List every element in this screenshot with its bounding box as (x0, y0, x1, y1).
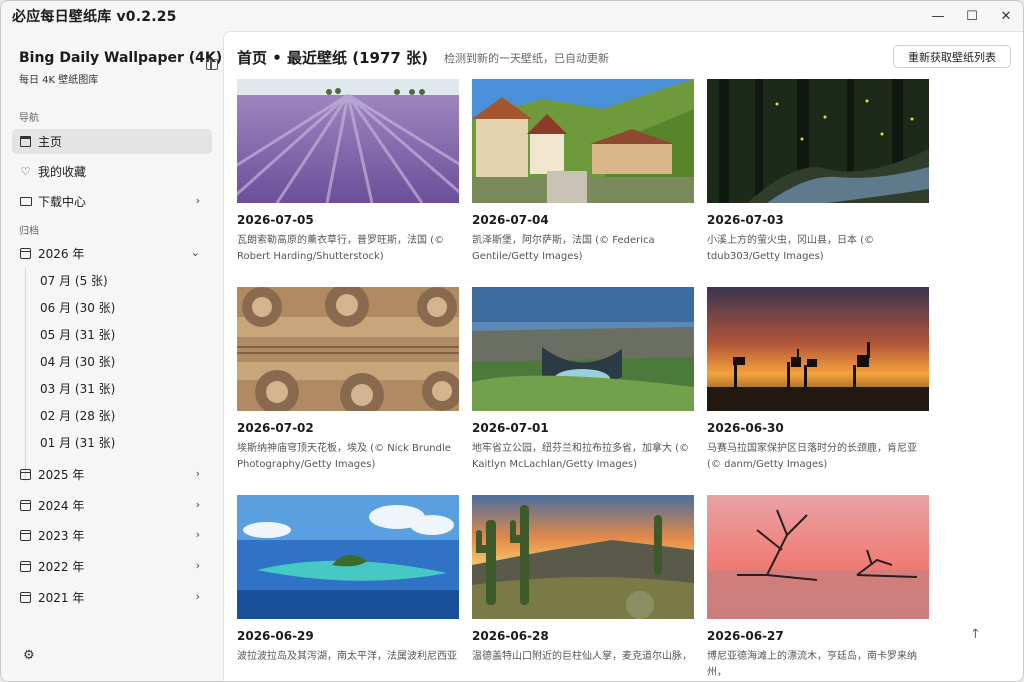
month-tree-line (25, 267, 26, 482)
wallpaper-card[interactable]: 2026-06-28 温德盖特山口附近的巨柱仙人掌，麦克道尔山脉， (472, 495, 694, 665)
month-item-01[interactable]: 01 月 (31 张) (40, 434, 115, 451)
card-date: 2026-06-27 (707, 629, 784, 643)
app-title: 必应每日壁纸库 v0.2.25 (12, 9, 177, 25)
chevron-right-icon: › (195, 467, 200, 480)
nav-item-favorites[interactable]: ♡ 我的收藏 (12, 159, 212, 184)
wallpaper-card[interactable]: 2026-07-02 埃斯纳神庙穹顶天花板，埃及 (© Nick Brundle… (237, 287, 459, 473)
calendar-icon (19, 591, 32, 604)
wallpaper-thumbnail[interactable] (237, 495, 459, 619)
year-item-2023[interactable]: 2023 年 › (12, 523, 212, 548)
card-date: 2026-07-05 (237, 213, 314, 227)
calendar-icon (19, 247, 32, 260)
maximize-button[interactable]: ☐ (955, 1, 989, 31)
calendar-icon (19, 560, 32, 573)
collapse-sidebar-icon[interactable] (206, 59, 218, 70)
card-caption: 凯泽斯堡，阿尔萨斯，法国 (© Federica Gentile/Getty I… (472, 235, 655, 262)
nav-item-label: 我的收藏 (38, 165, 87, 179)
card-caption: 博尼亚德海滩上的漂流木，亨廷岛，南卡罗来纳州， (707, 651, 917, 678)
card-caption: 埃斯纳神庙穹顶天花板，埃及 (© Nick Brundle Photograph… (237, 443, 451, 470)
year-item-2024[interactable]: 2024 年 › (12, 493, 212, 518)
main-content: 首页 • 最近壁纸 (1977 张) 检测到新的一天壁纸，已自动更新 重新获取壁… (223, 31, 1023, 681)
month-item-06[interactable]: 06 月 (30 张) (40, 299, 115, 316)
card-date: 2026-07-02 (237, 421, 314, 435)
wallpaper-thumbnail[interactable] (707, 495, 929, 619)
month-item-03[interactable]: 03 月 (31 张) (40, 380, 115, 397)
wallpaper-card[interactable]: 2026-06-27 博尼亚德海滩上的漂流木，亨廷岛，南卡罗来纳州， (707, 495, 929, 681)
settings-gear-icon[interactable]: ⚙ (23, 648, 35, 663)
chevron-right-icon: › (195, 559, 200, 572)
card-caption: 瓦朗索勒高原的薰衣草行，普罗旺斯，法国 (© Robert Harding/Sh… (237, 235, 445, 262)
year-item-2025[interactable]: 2025 年 › (12, 462, 212, 487)
nav-item-label: 下载中心 (38, 195, 87, 209)
heart-icon: ♡ (20, 165, 31, 178)
wallpaper-thumbnail[interactable] (707, 287, 929, 411)
archive-section-label: 归档 (19, 226, 39, 237)
year-label: 2022 年 (38, 560, 85, 574)
month-item-02[interactable]: 02 月 (28 张) (40, 407, 115, 424)
calendar-icon (19, 499, 32, 512)
card-date: 2026-07-01 (472, 421, 549, 435)
calendar-icon (19, 529, 32, 542)
year-item-2022[interactable]: 2022 年 › (12, 554, 212, 579)
card-date: 2026-06-28 (472, 629, 549, 643)
nav-item-downloads[interactable]: 下载中心 › (12, 189, 212, 214)
chevron-right-icon: › (195, 194, 200, 207)
card-date: 2026-06-29 (237, 629, 314, 643)
card-date: 2026-07-04 (472, 213, 549, 227)
year-label: 2025 年 (38, 468, 85, 482)
scroll-to-top-icon[interactable]: ↑ (970, 627, 981, 642)
wallpaper-card[interactable]: 2026-06-29 波拉波拉岛及其泻湖，南太平洋，法属波利尼西亚 (237, 495, 459, 665)
refresh-list-button[interactable]: 重新获取壁纸列表 (893, 45, 1011, 68)
wallpaper-thumbnail[interactable] (237, 287, 459, 411)
year-label: 2026 年 (38, 247, 85, 261)
year-item-2021[interactable]: 2021 年 › (12, 585, 212, 610)
wallpaper-card[interactable]: 2026-07-04 凯泽斯堡，阿尔萨斯，法国 (© Federica Gent… (472, 79, 694, 265)
month-item-04[interactable]: 04 月 (30 张) (40, 353, 115, 370)
card-caption: 马赛马拉国家保护区日落时分的长颈鹿，肯尼亚 (© danm/Getty Imag… (707, 443, 917, 470)
wallpaper-card[interactable]: 2026-07-01 地牢省立公园，纽芬兰和拉布拉多省，加拿大 (© Kaitl… (472, 287, 694, 473)
wallpaper-thumbnail[interactable] (472, 495, 694, 619)
year-label: 2021 年 (38, 591, 85, 605)
close-button[interactable]: ✕ (989, 1, 1023, 31)
home-icon (19, 135, 32, 148)
card-caption: 地牢省立公园，纽芬兰和拉布拉多省，加拿大 (© Kaitlyn McLachla… (472, 443, 690, 470)
nav-item-home[interactable]: 主页 (12, 129, 212, 154)
year-label: 2024 年 (38, 499, 85, 513)
brand-title: Bing Daily Wallpaper (4K) (19, 50, 223, 66)
card-caption: 小溪上方的萤火虫，冈山县，日本 (© tdub303/Getty Images) (707, 235, 875, 262)
chevron-right-icon: › (195, 590, 200, 603)
wallpaper-card[interactable]: 2026-06-30 马赛马拉国家保护区日落时分的长颈鹿，肯尼亚 (© danm… (707, 287, 929, 473)
card-date: 2026-06-30 (707, 421, 784, 435)
chevron-right-icon: › (195, 528, 200, 541)
wallpaper-thumbnail[interactable] (472, 79, 694, 203)
wallpaper-thumbnail[interactable] (237, 79, 459, 203)
card-date: 2026-07-03 (707, 213, 784, 227)
update-status-text: 检测到新的一天壁纸，已自动更新 (444, 52, 609, 65)
year-item-2026[interactable]: 2026 年 ⌄ (12, 241, 212, 266)
chevron-down-icon: ⌄ (190, 246, 200, 259)
wallpaper-card[interactable]: 2026-07-05 瓦朗索勒高原的薰衣草行，普罗旺斯，法国 (© Robert… (237, 79, 459, 265)
sidebar: Bing Daily Wallpaper (4K) 每日 4K 壁纸图库 导航 … (1, 31, 223, 681)
title-bar[interactable]: 必应每日壁纸库 v0.2.25 — ☐ ✕ (1, 1, 1023, 31)
wallpaper-thumbnail[interactable] (707, 79, 929, 203)
month-item-05[interactable]: 05 月 (31 张) (40, 326, 115, 343)
card-caption: 波拉波拉岛及其泻湖，南太平洋，法属波利尼西亚 (237, 651, 457, 662)
app-window: 必应每日壁纸库 v0.2.25 — ☐ ✕ Bing Daily Wallpap… (0, 0, 1024, 682)
page-title: 首页 • 最近壁纸 (1977 张) (237, 49, 428, 67)
folder-icon (19, 195, 32, 208)
wallpaper-card[interactable]: 2026-07-03 小溪上方的萤火虫，冈山县，日本 (© tdub303/Ge… (707, 79, 929, 265)
chevron-right-icon: › (195, 498, 200, 511)
month-item-07[interactable]: 07 月 (5 张) (40, 272, 108, 289)
minimize-button[interactable]: — (921, 1, 955, 31)
nav-section-label: 导航 (19, 113, 39, 124)
card-caption: 温德盖特山口附近的巨柱仙人掌，麦克道尔山脉， (472, 651, 692, 662)
calendar-icon (19, 468, 32, 481)
wallpaper-thumbnail[interactable] (472, 287, 694, 411)
nav-item-label: 主页 (38, 135, 63, 149)
year-label: 2023 年 (38, 529, 85, 543)
brand-subtitle: 每日 4K 壁纸图库 (19, 75, 99, 86)
window-controls: — ☐ ✕ (921, 1, 1023, 31)
